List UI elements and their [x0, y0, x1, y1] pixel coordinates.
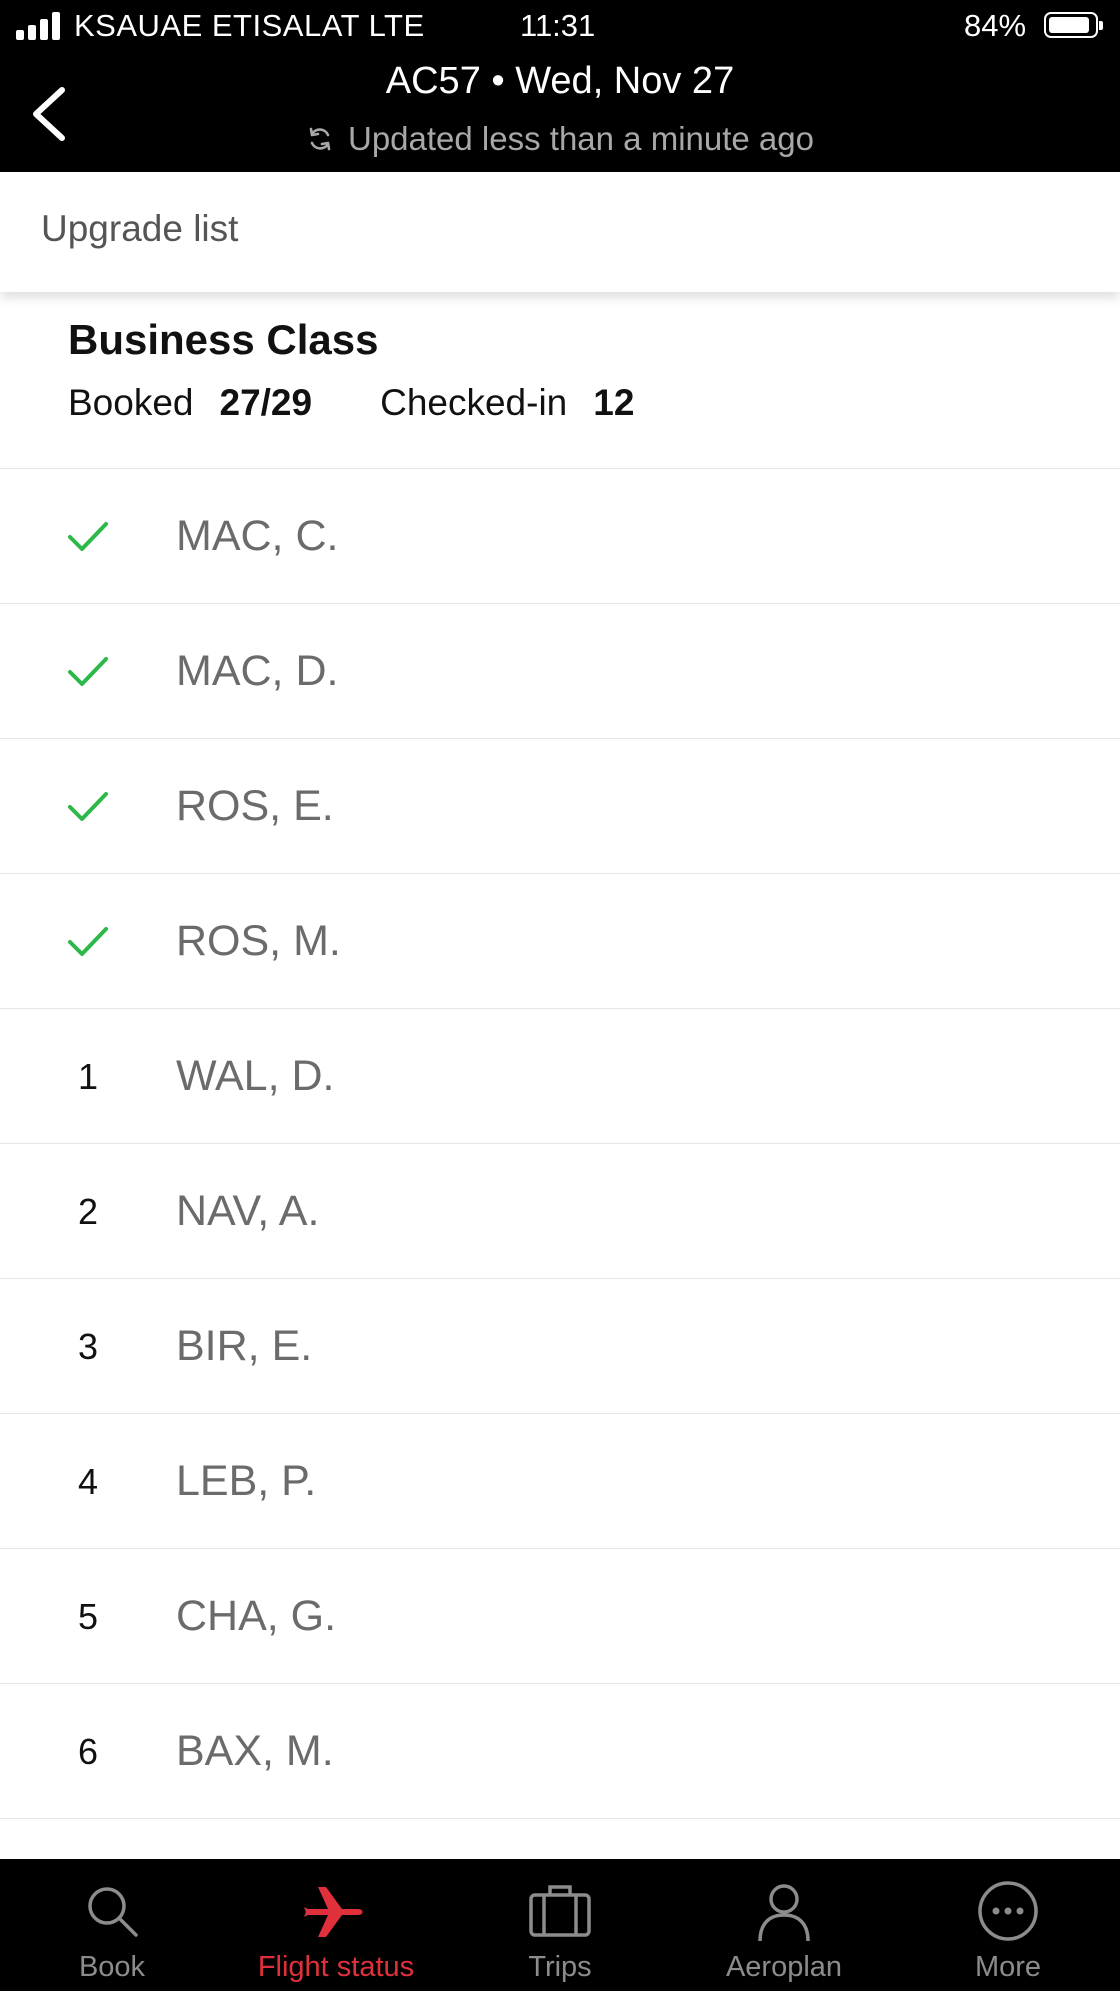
list-item: 2 NAV, A. — [0, 1144, 1120, 1279]
status-time: 11:31 — [520, 8, 596, 43]
upgrade-list-title: Upgrade list — [41, 208, 239, 249]
tab-trips[interactable]: Trips — [448, 1859, 672, 1991]
booked-label: Booked — [68, 382, 194, 423]
list-item: ROS, E. — [0, 739, 1120, 874]
tab-book[interactable]: Book — [0, 1859, 224, 1991]
tab-label: Aeroplan — [725, 1951, 843, 1983]
checked-in-check-icon — [55, 469, 121, 604]
upgrade-position: 5 — [77, 1595, 99, 1637]
top-header: KSAUAE ETISALAT LTE 11:31 84% AC57 • Wed… — [0, 0, 1120, 172]
list-item: 6 BAX, M. — [0, 1684, 1120, 1819]
person-icon — [758, 1884, 810, 1942]
passenger-name: ROS, M. — [176, 917, 341, 965]
passenger-name: MAC, C. — [176, 512, 339, 560]
list-item: 1 WAL, D. — [0, 1009, 1120, 1144]
passenger-name: LEB, P. — [176, 1457, 317, 1505]
passenger-name: MAC, D. — [176, 647, 339, 695]
briefcase-icon — [529, 1885, 591, 1937]
cabin-stats: Booked 27/29 Checked-in 12 — [68, 382, 634, 424]
passenger-name: BIR, E. — [176, 1322, 313, 1370]
upgrade-list-header: Upgrade list — [0, 172, 1120, 292]
passenger-name: WAL, D. — [176, 1052, 335, 1100]
passenger-list: MAC, C. MAC, D. ROS, E. ROS, M. 1 WAL, D. 2 NAV… — [0, 469, 1120, 1819]
search-icon — [88, 1887, 138, 1937]
upgrade-position: 4 — [77, 1460, 99, 1502]
passenger-name: NAV, A. — [176, 1187, 320, 1235]
checked-in-check-icon — [55, 739, 121, 874]
checked-in-check-icon — [55, 874, 121, 1009]
upgrade-position: 1 — [77, 1055, 99, 1097]
list-item: 5 CHA, G. — [0, 1549, 1120, 1684]
checked-in-label: Checked-in — [380, 382, 568, 423]
check-icon — [68, 791, 108, 821]
upgrade-position: 3 — [77, 1325, 99, 1367]
updated-label: Updated less than a minute ago — [348, 120, 814, 157]
check-icon — [68, 521, 108, 551]
more-icon — [978, 1881, 1038, 1941]
list-item: ROS, M. — [0, 874, 1120, 1009]
tab-more[interactable]: More — [896, 1859, 1120, 1991]
tab-label: More — [974, 1951, 1042, 1983]
passenger-name: BAX, M. — [176, 1727, 334, 1775]
tab-label: Trips — [528, 1951, 592, 1983]
list-item: 4 LEB, P. — [0, 1414, 1120, 1549]
bottom-tab-bar: Book Flight status Trips Aeroplan More — [0, 1859, 1120, 1991]
class-summary: Business Class Booked 27/29 Checked-in 12 — [0, 292, 1120, 469]
passenger-name: CHA, G. — [176, 1592, 337, 1640]
cabin-class-title: Business Class — [68, 316, 379, 363]
update-status: Updated less than a minute ago — [0, 120, 1120, 158]
status-bar: KSAUAE ETISALAT LTE 11:31 84% — [0, 0, 1120, 52]
tab-flight-status[interactable]: Flight status — [224, 1859, 448, 1991]
carrier-label: KSAUAE ETISALAT LTE — [74, 8, 425, 43]
tab-label: Book — [78, 1951, 146, 1983]
list-item: MAC, D. — [0, 604, 1120, 739]
checked-in-value: 12 — [593, 382, 635, 423]
list-item: MAC, C. — [0, 469, 1120, 604]
check-icon — [68, 656, 108, 686]
tab-aeroplan[interactable]: Aeroplan — [672, 1859, 896, 1991]
battery-icon — [1044, 12, 1103, 38]
checked-in-check-icon — [55, 604, 121, 739]
passenger-name: ROS, E. — [176, 782, 334, 830]
refresh-icon — [309, 127, 331, 151]
check-icon — [68, 926, 108, 956]
list-item: 3 BIR, E. — [0, 1279, 1120, 1414]
flight-title: AC57 • Wed, Nov 27 — [385, 60, 735, 102]
signal-icon — [16, 12, 64, 40]
airplane-icon — [304, 1887, 363, 1937]
upgrade-position: 6 — [77, 1730, 99, 1772]
booked-value: 27/29 — [219, 382, 313, 423]
battery-percentage: 84% — [964, 8, 1027, 43]
upgrade-position: 2 — [77, 1190, 99, 1232]
tab-label: Flight status — [257, 1951, 415, 1983]
